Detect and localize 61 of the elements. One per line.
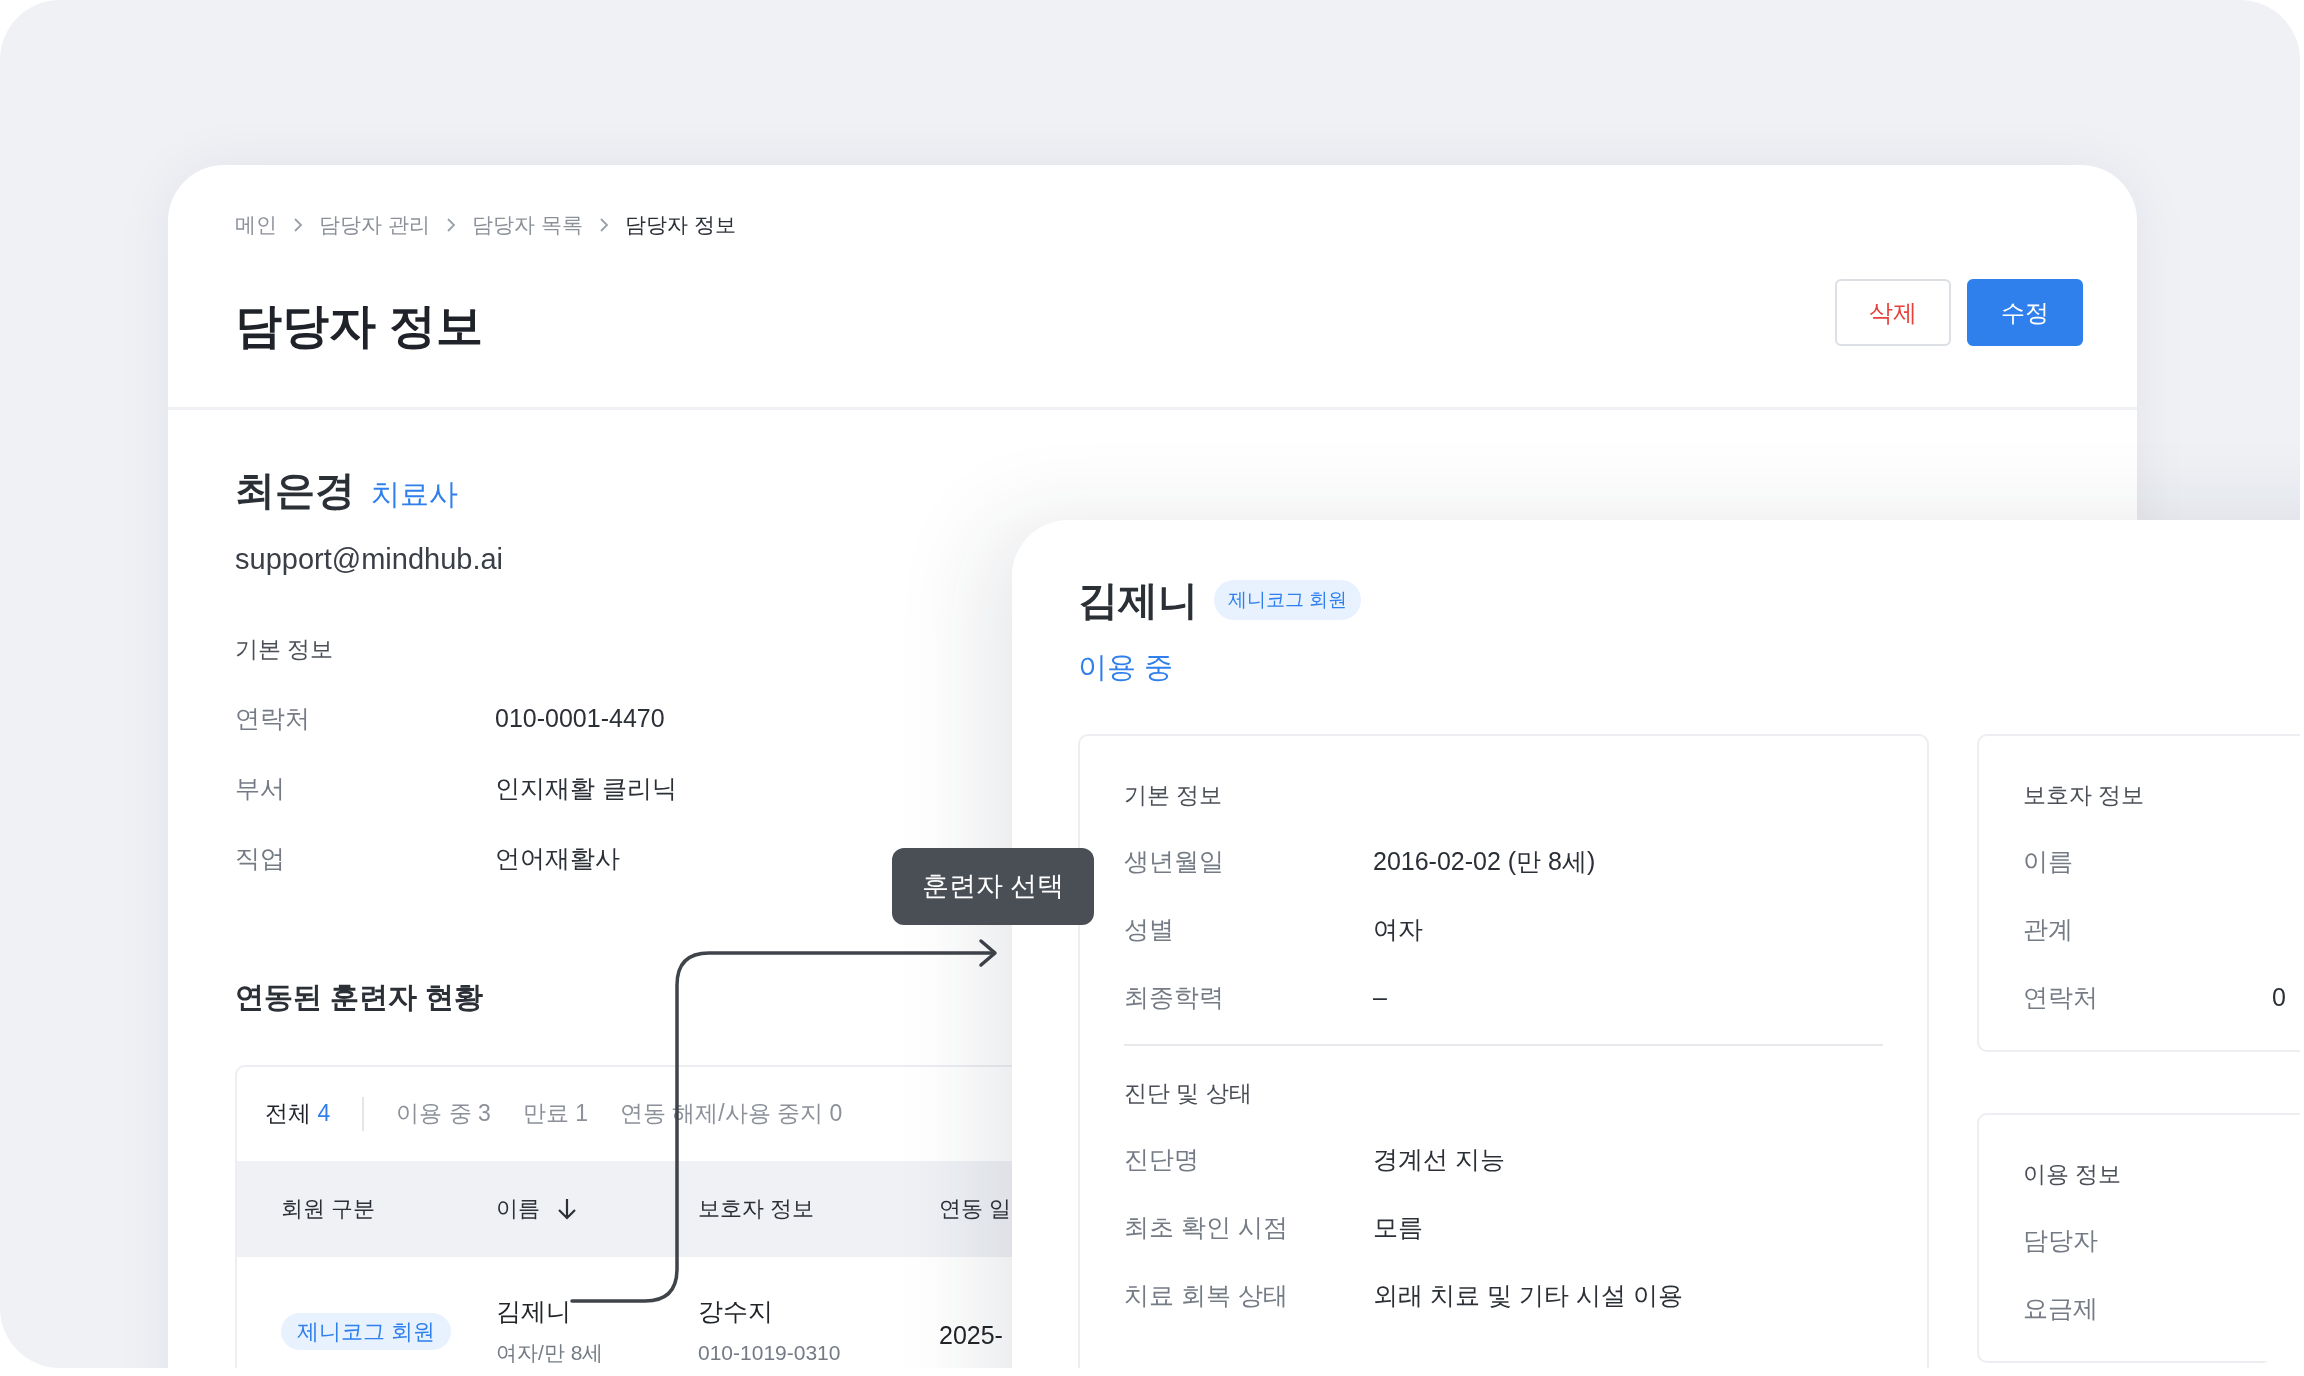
chevron-icon (598, 216, 609, 233)
field-label: 부서 (235, 773, 286, 805)
member-tag: 제니코그 회원 (281, 1312, 452, 1350)
name-cell-text: 김제니 (496, 1296, 572, 1327)
page-title: 담당자 정보 (235, 297, 484, 354)
status-label: 이용 중 (1078, 650, 1175, 685)
field-label: 이름 (2023, 845, 2074, 877)
breadcrumb-link[interactable]: 메인 (235, 209, 277, 241)
sort-arrow-icon[interactable] (556, 1196, 578, 1221)
guardian-name: 강수지 (698, 1296, 774, 1327)
field-value: – (1373, 981, 1387, 1013)
chevron-icon (293, 216, 303, 233)
role-label: 치료사 (371, 477, 458, 512)
section-title: 진단 및 상태 (1124, 1078, 1253, 1108)
breadcrumb-link[interactable]: 담당자 목록 (471, 209, 583, 241)
field-label: 연락처 (235, 703, 311, 735)
column-header[interactable]: 이름 (496, 1192, 540, 1225)
tooltip: 훈련자 선택 (892, 848, 1094, 925)
field-label: 직업 (235, 843, 286, 875)
email-text: support@mindhub.ai (235, 542, 504, 577)
field-label: 성별 (1124, 913, 1175, 945)
column-header: 보호자 정보 (698, 1195, 815, 1223)
field-value: 2016-02-02 (만 8세) (1373, 845, 1596, 877)
member-tag: 제니코그 회원 (1214, 579, 1362, 621)
section-title: 연동된 훈련자 현황 (235, 980, 484, 1015)
section-title: 이용 정보 (2023, 1159, 2123, 1189)
section-title: 기본 정보 (1124, 780, 1224, 810)
column-header: 회원 구분 (281, 1195, 376, 1223)
field-value: 경계선 지능 (1373, 1143, 1505, 1175)
table-cell: 2025- (939, 1320, 1003, 1349)
detail-text: 여자/만 8세 (496, 1339, 605, 1366)
field-label: 생년월일 (1124, 845, 1225, 877)
field-label: 담당자 (2023, 1224, 2099, 1256)
field-label: 진단명 (1124, 1143, 1200, 1175)
field-label: 관계 (2023, 913, 2074, 945)
field-value: 모름 (1373, 1211, 1423, 1243)
breadcrumb-link[interactable]: 담당자 관리 (319, 209, 430, 241)
field-label: 연락처 (2023, 981, 2099, 1013)
phone-text: 010-1019-0310 (698, 1339, 842, 1366)
field-value: 언어재활사 (495, 843, 620, 875)
field-label: 치료 회복 상태 (1124, 1279, 1289, 1311)
filter-tab[interactable]: 전체 4 (265, 1096, 331, 1131)
trainee-name: 김제니 (1078, 577, 1198, 624)
filter-tab[interactable]: 만료 1 (522, 1096, 588, 1131)
field-value: 외래 치료 및 기타 시설 이용 (1373, 1279, 1683, 1311)
breadcrumb-link[interactable]: 담당자 정보 (624, 209, 736, 241)
field-label: 최종학력 (1124, 981, 1225, 1013)
field-label: 최초 확인 시점 (1124, 1211, 1289, 1243)
field-label: 요금제 (2023, 1292, 2099, 1324)
manager-name: 최은경 (235, 467, 355, 514)
delete-button[interactable]: 삭제 (1835, 279, 1951, 347)
field-value: 여자 (1373, 913, 1423, 945)
section-title: 기본 정보 (235, 634, 334, 664)
field-value: 010-0001-4470 (495, 703, 665, 735)
field-value: 0 (2272, 981, 2286, 1013)
column-header: 연동 일 (939, 1195, 1012, 1223)
field-value: 인지재활 클리닉 (495, 773, 677, 805)
section-title: 보호자 정보 (2023, 780, 2146, 810)
filter-tab[interactable]: 이용 중 3 (396, 1096, 491, 1131)
chevron-icon (445, 216, 456, 233)
edit-button[interactable]: 수정 (1967, 279, 2083, 347)
